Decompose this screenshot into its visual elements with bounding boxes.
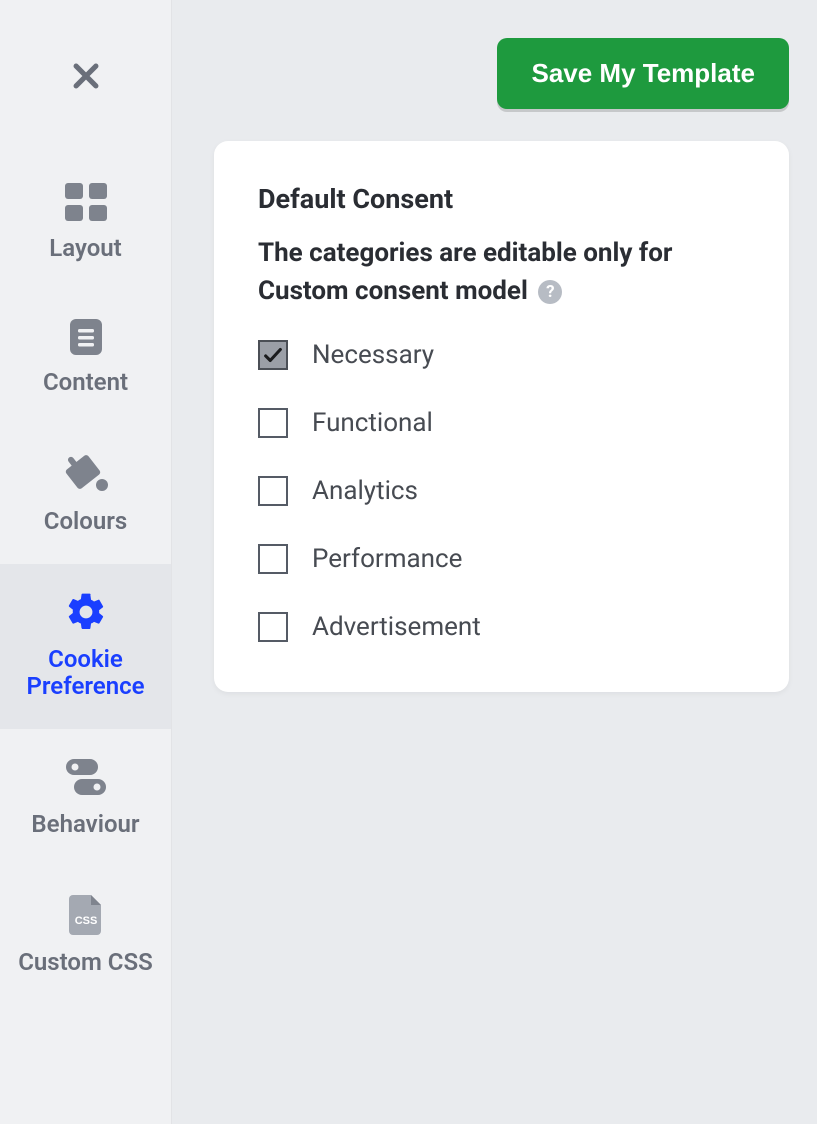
checkbox-performance[interactable] — [258, 544, 288, 574]
category-label: Advertisement — [312, 612, 481, 642]
card-subtitle-text: The categories are editable only for Cus… — [258, 238, 672, 306]
default-consent-card: Default Consent The categories are edita… — [214, 141, 789, 692]
sidebar-item-label: Cookie Preference — [11, 646, 161, 701]
checkbox-functional[interactable] — [258, 408, 288, 438]
sidebar-item-content[interactable]: Content — [0, 291, 171, 425]
category-label: Performance — [312, 544, 462, 574]
toggles-icon — [62, 755, 110, 799]
sidebar-item-custom-css[interactable]: CSS Custom CSS — [0, 867, 171, 1005]
sidebar-item-colours[interactable]: Colours — [0, 424, 171, 564]
category-label: Analytics — [312, 476, 418, 506]
category-label: Functional — [312, 408, 433, 438]
close-icon[interactable] — [69, 59, 103, 97]
checkbox-necessary[interactable] — [258, 340, 288, 370]
category-row-functional: Functional — [258, 408, 745, 438]
main-panel: Save My Template Default Consent The cat… — [172, 0, 817, 1124]
sidebar-item-label: Custom CSS — [18, 949, 153, 977]
save-template-button[interactable]: Save My Template — [497, 38, 789, 109]
sidebar-item-label: Colours — [44, 508, 127, 536]
close-area — [0, 0, 171, 155]
header-actions: Save My Template — [214, 38, 789, 109]
checkbox-analytics[interactable] — [258, 476, 288, 506]
card-subtitle: The categories are editable only for Cus… — [258, 235, 745, 310]
paint-bucket-icon — [61, 450, 111, 496]
grid-icon — [63, 181, 109, 223]
document-icon — [68, 317, 104, 357]
css-file-icon: CSS — [67, 893, 105, 937]
category-row-analytics: Analytics — [258, 476, 745, 506]
sidebar-item-behaviour[interactable]: Behaviour — [0, 729, 171, 867]
sidebar-item-label: Content — [43, 369, 128, 397]
sidebar-item-label: Layout — [49, 235, 121, 263]
category-row-advertisement: Advertisement — [258, 612, 745, 642]
category-row-necessary: Necessary — [258, 340, 745, 370]
help-icon[interactable]: ? — [538, 280, 562, 304]
svg-text:CSS: CSS — [74, 915, 97, 927]
sidebar: Layout Content Colours — [0, 0, 172, 1124]
category-row-performance: Performance — [258, 544, 745, 574]
sidebar-item-cookie-preference[interactable]: Cookie Preference — [0, 564, 171, 729]
sidebar-item-layout[interactable]: Layout — [0, 155, 171, 291]
gear-icon — [64, 590, 108, 634]
card-title: Default Consent — [258, 183, 745, 215]
category-label: Necessary — [312, 340, 434, 370]
sidebar-item-label: Behaviour — [31, 811, 139, 839]
checkbox-advertisement[interactable] — [258, 612, 288, 642]
